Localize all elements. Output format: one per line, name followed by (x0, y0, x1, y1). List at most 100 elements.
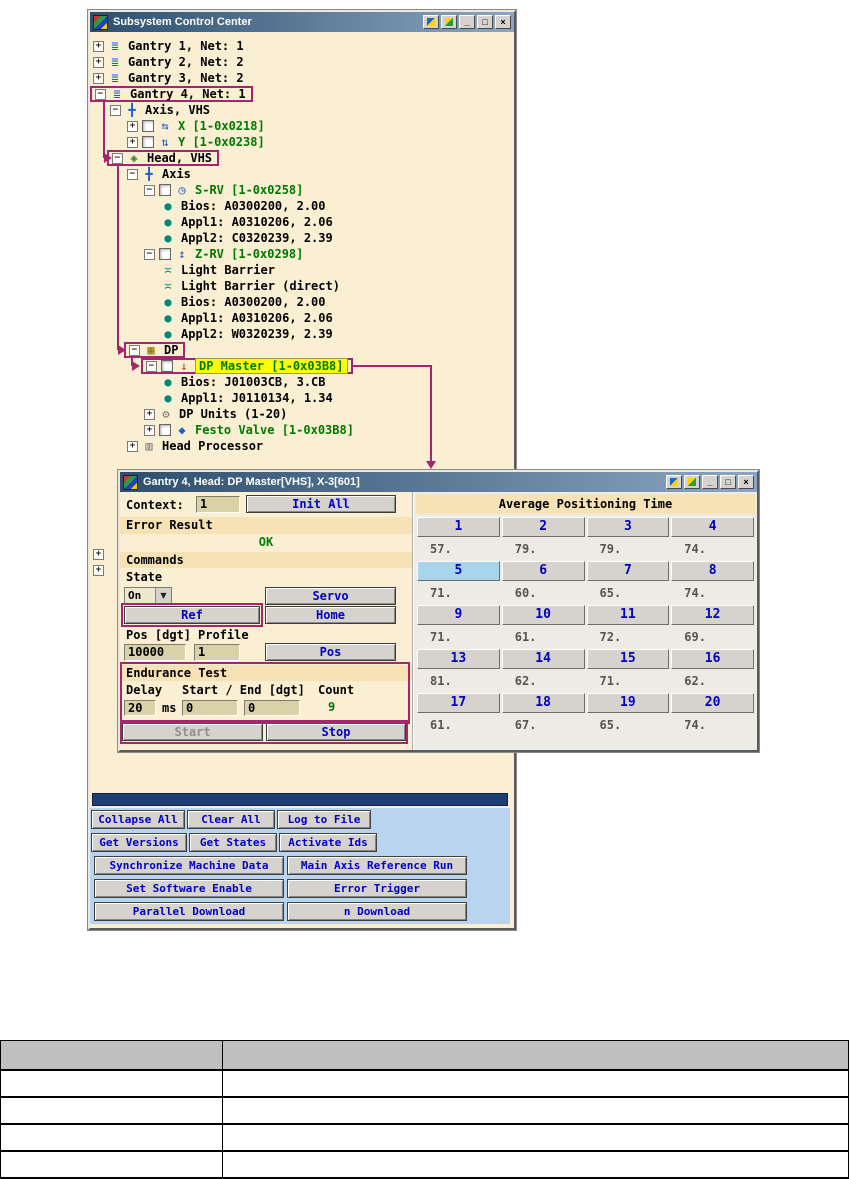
context-input[interactable]: 1 (196, 496, 240, 513)
tree-item-appl1[interactable]: ●Appl1: A0310206, 2.06 (90, 214, 514, 230)
expand-plus-icon[interactable]: + (144, 425, 155, 436)
tree-item-light-barrier[interactable]: ≍Light Barrier (90, 262, 514, 278)
apt-header-cell[interactable]: 3 (587, 517, 670, 537)
expand-minus-icon[interactable]: − (112, 153, 123, 164)
tree-item-bios[interactable]: ●Bios: A0300200, 2.00 (90, 198, 514, 214)
apt-header-cell[interactable]: 13 (417, 649, 500, 669)
tree-item-gantry-4[interactable]: −≣Gantry 4, Net: 1 (90, 86, 514, 102)
apt-header-cell[interactable]: 14 (502, 649, 585, 669)
apt-header-cell[interactable]: 20 (671, 693, 754, 713)
close-button[interactable]: × (495, 15, 511, 29)
main-titlebar[interactable]: Subsystem Control Center _ □ × (90, 12, 514, 32)
titlebar-tool-icon-1[interactable] (666, 475, 682, 489)
apt-header-cell[interactable]: 16 (671, 649, 754, 669)
end-input[interactable]: 0 (244, 700, 300, 716)
get-states-button[interactable]: Get States (189, 833, 277, 852)
pos-input[interactable]: 10000 (124, 644, 186, 661)
close-button[interactable]: × (738, 475, 754, 489)
maximize-button[interactable]: □ (477, 15, 493, 29)
state-dropdown[interactable]: On ▼ (124, 587, 172, 605)
tree-item-light-barrier-direct[interactable]: ≍Light Barrier (direct) (90, 278, 514, 294)
apt-header-cell[interactable]: 6 (502, 561, 585, 581)
n-download-button[interactable]: n Download (287, 902, 467, 921)
log-to-file-button[interactable]: Log to File (277, 810, 371, 829)
main-axis-reference-run-button[interactable]: Main Axis Reference Run (287, 856, 467, 875)
checkbox[interactable] (159, 424, 171, 436)
titlebar-tool-icon-1[interactable] (423, 15, 439, 29)
activate-ids-button[interactable]: Activate Ids (279, 833, 377, 852)
titlebar-tool-icon-2[interactable] (684, 475, 700, 489)
expand-minus-icon[interactable]: − (144, 249, 155, 260)
apt-header-cell[interactable]: 17 (417, 693, 500, 713)
apt-header-cell[interactable]: 2 (502, 517, 585, 537)
apt-header-cell[interactable]: 7 (587, 561, 670, 581)
expand-minus-icon[interactable]: − (146, 361, 157, 372)
error-trigger-button[interactable]: Error Trigger (287, 879, 467, 898)
home-button[interactable]: Home (265, 606, 396, 624)
expand-plus-icon[interactable]: + (93, 57, 104, 68)
apt-header-cell[interactable]: 15 (587, 649, 670, 669)
expand-plus-icon[interactable]: + (93, 565, 104, 576)
tree-item-axis[interactable]: −╋Axis (90, 166, 514, 182)
tree-item-festo-valve[interactable]: +◆Festo Valve [1-0x03B8] (90, 422, 514, 438)
expand-plus-icon[interactable]: + (93, 549, 104, 560)
set-software-enable-button[interactable]: Set Software Enable (94, 879, 284, 898)
expand-plus-icon[interactable]: + (93, 73, 104, 84)
tree-item-dp-master[interactable]: −↓DP Master [1-0x03B8] (90, 358, 514, 374)
expand-minus-icon[interactable]: − (127, 169, 138, 180)
expand-plus-icon[interactable]: + (93, 41, 104, 52)
expand-plus-icon[interactable]: + (127, 137, 138, 148)
tree-item-appl1[interactable]: ●Appl1: J0110134, 1.34 (90, 390, 514, 406)
servo-button[interactable]: Servo (265, 587, 396, 605)
tree-item-dp[interactable]: −▦DP (90, 342, 514, 358)
expand-plus-icon[interactable]: + (127, 121, 138, 132)
expand-minus-icon[interactable]: − (95, 89, 106, 100)
get-versions-button[interactable]: Get Versions (91, 833, 187, 852)
apt-header-cell[interactable]: 19 (587, 693, 670, 713)
apt-header-cell[interactable]: 1 (417, 517, 500, 537)
expand-plus-icon[interactable]: + (144, 409, 155, 420)
apt-header-cell[interactable]: 12 (671, 605, 754, 625)
profile-input[interactable]: 1 (194, 644, 240, 661)
tree-item-bios[interactable]: ●Bios: J01003CB, 3.CB (90, 374, 514, 390)
maximize-button[interactable]: □ (720, 475, 736, 489)
checkbox[interactable] (159, 248, 171, 260)
checkbox[interactable] (161, 360, 173, 372)
ref-button[interactable]: Ref (124, 606, 260, 624)
tree-item-s-rv[interactable]: −◷S-RV [1-0x0258] (90, 182, 514, 198)
collapse-all-button[interactable]: Collapse All (91, 810, 185, 829)
tree-item-head-processor[interactable]: +▥Head Processor (90, 438, 514, 454)
expand-minus-icon[interactable]: − (144, 185, 155, 196)
checkbox[interactable] (142, 136, 154, 148)
chevron-down-icon[interactable]: ▼ (155, 588, 171, 604)
start-input[interactable]: 0 (182, 700, 238, 716)
apt-header-cell-selected[interactable]: 5 (417, 561, 500, 581)
delay-input[interactable]: 20 (124, 700, 156, 716)
apt-header-cell[interactable]: 11 (587, 605, 670, 625)
apt-header-cell[interactable]: 10 (502, 605, 585, 625)
tree-item-appl2[interactable]: ●Appl2: W0320239, 2.39 (90, 326, 514, 342)
tree-item-dp-units[interactable]: +⚙DP Units (1-20) (90, 406, 514, 422)
minimize-button[interactable]: _ (459, 15, 475, 29)
titlebar-tool-icon-2[interactable] (441, 15, 457, 29)
tree-item-axis-vhs[interactable]: −╋Axis, VHS (90, 102, 514, 118)
tree-item-appl1[interactable]: ●Appl1: A0310206, 2.06 (90, 310, 514, 326)
pos-button[interactable]: Pos (265, 643, 396, 661)
tree-item-y-axis[interactable]: +⇅Y [1-0x0238] (90, 134, 514, 150)
checkbox[interactable] (142, 120, 154, 132)
tree-item-appl2[interactable]: ●Appl2: C0320239, 2.39 (90, 230, 514, 246)
tree-item-gantry-1[interactable]: +≣Gantry 1, Net: 1 (90, 38, 514, 54)
minimize-button[interactable]: _ (702, 475, 718, 489)
tree-item-bios[interactable]: ●Bios: A0300200, 2.00 (90, 294, 514, 310)
parallel-download-button[interactable]: Parallel Download (94, 902, 284, 921)
dialog-titlebar[interactable]: Gantry 4, Head: DP Master[VHS], X-3[601]… (120, 472, 757, 492)
tree-item-x-axis[interactable]: +⇆X [1-0x0218] (90, 118, 514, 134)
tree-item-gantry-2[interactable]: +≣Gantry 2, Net: 2 (90, 54, 514, 70)
expand-minus-icon[interactable]: − (129, 345, 140, 356)
start-button[interactable]: Start (122, 723, 263, 741)
synchronize-machine-data-button[interactable]: Synchronize Machine Data (94, 856, 284, 875)
tree-item-gantry-3[interactable]: +≣Gantry 3, Net: 2 (90, 70, 514, 86)
apt-header-cell[interactable]: 18 (502, 693, 585, 713)
tree-item-head-vhs[interactable]: −◈Head, VHS (90, 150, 514, 166)
checkbox[interactable] (159, 184, 171, 196)
